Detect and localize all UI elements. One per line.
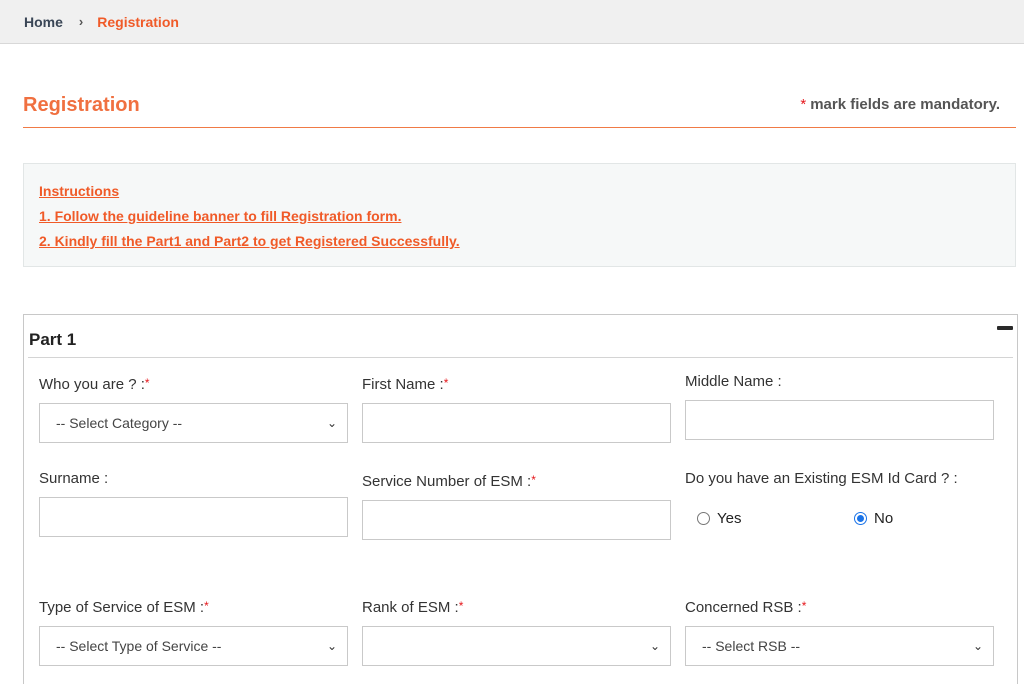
instruction-link-2[interactable]: 2. Kindly fill the Part1 and Part2 to ge… — [39, 229, 1000, 254]
who-you-are-label: Who you are ? :* — [39, 376, 150, 393]
category-select-value: -- Select Category -- — [56, 415, 183, 431]
service-number-input[interactable] — [362, 500, 671, 540]
breadcrumb: Home › Registration — [0, 0, 1024, 44]
minus-icon[interactable] — [997, 326, 1013, 330]
breadcrumb-current: Registration — [97, 13, 179, 30]
type-of-service-select[interactable]: -- Select Type of Service -- ⌄ — [39, 626, 348, 666]
existing-id-card-label: Do you have an Existing ESM Id Card ? : — [685, 470, 958, 487]
breadcrumb-home-link[interactable]: Home — [24, 14, 63, 30]
middle-name-input[interactable] — [685, 400, 994, 440]
required-star: * — [531, 473, 536, 487]
chevron-down-icon: ⌄ — [326, 416, 337, 430]
who-you-are-label-text: Who you are ? : — [39, 376, 145, 393]
required-star: * — [800, 96, 807, 113]
mandatory-note-text: mark fields are mandatory. — [810, 96, 1000, 113]
rsb-select[interactable]: -- Select RSB -- ⌄ — [685, 626, 994, 666]
first-name-label: First Name :* — [362, 376, 448, 393]
chevron-down-icon: ⌄ — [326, 639, 337, 653]
concerned-rsb-label-text: Concerned RSB : — [685, 599, 802, 616]
required-star: * — [144, 376, 150, 390]
mandatory-note: * mark fields are mandatory. — [800, 96, 1000, 113]
middle-name-label: Middle Name : — [685, 373, 782, 390]
page-title: Registration — [23, 94, 140, 116]
type-of-service-label-text: Type of Service of ESM : — [39, 599, 205, 616]
required-star: * — [801, 599, 807, 613]
radio-yes-label: Yes — [717, 510, 742, 527]
rank-select[interactable]: ⌄ — [362, 626, 671, 666]
page-header: Registration * mark fields are mandatory. — [23, 90, 1016, 128]
concerned-rsb-label: Concerned RSB :* — [685, 599, 806, 616]
radio-yes[interactable]: Yes — [697, 510, 741, 527]
required-star: * — [443, 376, 449, 390]
instruction-link-1[interactable]: 1. Follow the guideline banner to fill R… — [39, 204, 1000, 229]
type-of-service-label: Type of Service of ESM :* — [39, 599, 209, 616]
radio-no[interactable]: No — [854, 510, 893, 527]
part1-panel: Part 1 Who you are ? :* -- Select Catego… — [23, 314, 1018, 684]
surname-input[interactable] — [39, 497, 348, 537]
type-of-service-value: -- Select Type of Service -- — [56, 638, 222, 654]
part1-header: Part 1 — [28, 315, 1013, 358]
rank-label: Rank of ESM :* — [362, 599, 463, 616]
radio-checked-icon — [854, 512, 867, 525]
instructions-heading-link[interactable]: Instructions — [39, 179, 1000, 204]
service-number-label-text: Service Number of ESM : — [362, 473, 532, 490]
required-star: * — [204, 599, 209, 613]
first-name-label-text: First Name : — [362, 376, 444, 393]
surname-label: Surname : — [39, 470, 109, 487]
instructions-box: Instructions 1. Follow the guideline ban… — [23, 163, 1016, 267]
chevron-right-icon: › — [78, 14, 84, 29]
chevron-down-icon: ⌄ — [972, 639, 983, 653]
required-star: * — [458, 599, 464, 613]
service-number-label: Service Number of ESM :* — [362, 473, 536, 490]
chevron-down-icon: ⌄ — [649, 639, 660, 653]
first-name-input[interactable] — [362, 403, 671, 443]
rank-label-text: Rank of ESM : — [362, 599, 459, 616]
radio-no-label: No — [874, 510, 894, 527]
category-select[interactable]: -- Select Category -- ⌄ — [39, 403, 348, 443]
part1-title: Part 1 — [29, 330, 77, 349]
rsb-select-value: -- Select RSB -- — [702, 638, 801, 654]
radio-unchecked-icon — [697, 512, 710, 525]
